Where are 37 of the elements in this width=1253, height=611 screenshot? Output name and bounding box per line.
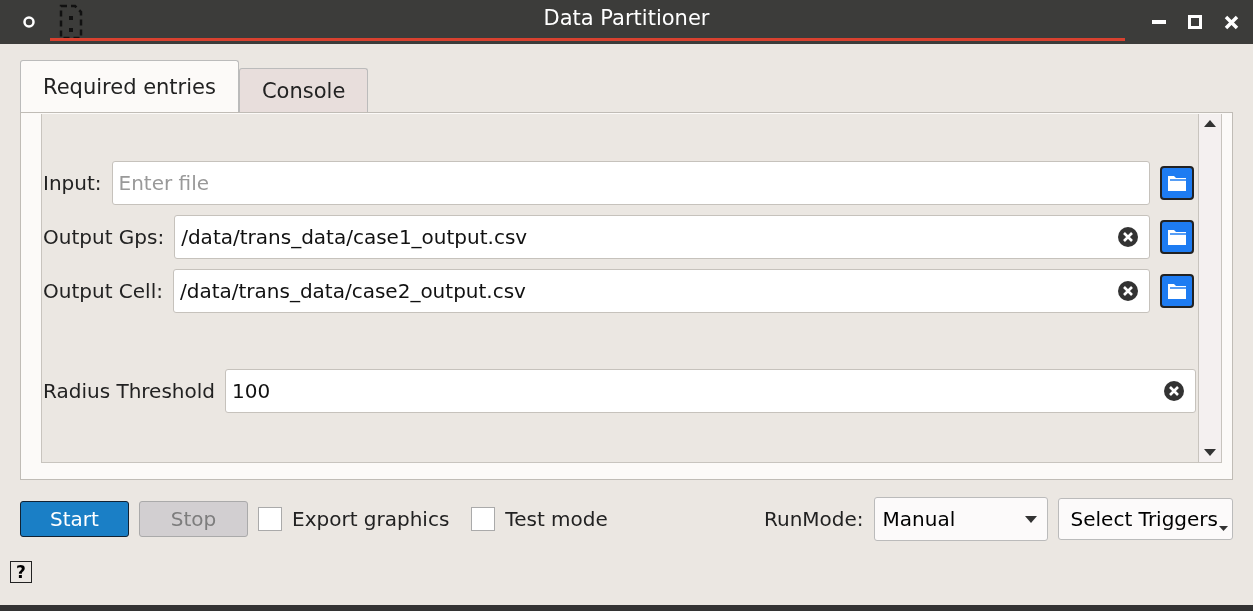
field-label: Output Cell: bbox=[43, 279, 163, 303]
window-title: Data Partitioner bbox=[543, 6, 710, 30]
input-field[interactable]: /data/trans_data/case1_output.csv bbox=[174, 215, 1150, 259]
checkbox-label: Export graphics bbox=[292, 507, 450, 531]
action-button[interactable]: Start bbox=[20, 501, 129, 537]
clear-icon[interactable] bbox=[1117, 280, 1139, 302]
scroll-up-icon[interactable] bbox=[1204, 120, 1216, 127]
field-label: Output Gps: bbox=[43, 225, 165, 249]
gear-icon[interactable] bbox=[22, 15, 36, 29]
tab[interactable]: Console bbox=[238, 68, 369, 112]
folder-icon bbox=[1166, 281, 1188, 301]
folder-icon bbox=[1166, 173, 1188, 193]
run-mode-label: RunMode: bbox=[763, 507, 864, 531]
caret-icon bbox=[1219, 526, 1228, 531]
field-label: Radius Threshold bbox=[43, 379, 215, 403]
browse-button[interactable] bbox=[1160, 220, 1194, 254]
help-icon[interactable]: ? bbox=[10, 561, 32, 583]
browse-button[interactable] bbox=[1160, 274, 1194, 308]
checkbox[interactable] bbox=[258, 507, 282, 531]
browse-button[interactable] bbox=[1160, 166, 1194, 200]
scrollbar[interactable] bbox=[1198, 114, 1221, 462]
close-icon[interactable] bbox=[1224, 14, 1239, 30]
caret-icon bbox=[1024, 515, 1037, 523]
clear-icon[interactable] bbox=[1117, 226, 1139, 248]
tab[interactable]: Required entries bbox=[20, 60, 239, 112]
maximize-icon[interactable] bbox=[1188, 15, 1202, 29]
checkbox[interactable] bbox=[471, 507, 496, 531]
input-field[interactable]: 100 bbox=[225, 369, 1196, 413]
input-field[interactable]: /data/trans_data/case2_output.csv bbox=[172, 269, 1150, 313]
select-triggers-button[interactable]: Select Triggers bbox=[1057, 498, 1233, 540]
checkbox-label: Test mode bbox=[505, 507, 608, 531]
dropdown-value: Manual bbox=[882, 507, 956, 531]
clear-icon[interactable] bbox=[1163, 380, 1185, 402]
run-mode-dropdown[interactable]: Manual bbox=[873, 497, 1048, 541]
field-label: Input: bbox=[43, 171, 102, 195]
scroll-down-icon[interactable] bbox=[1204, 449, 1216, 456]
folder-icon bbox=[1166, 227, 1188, 247]
